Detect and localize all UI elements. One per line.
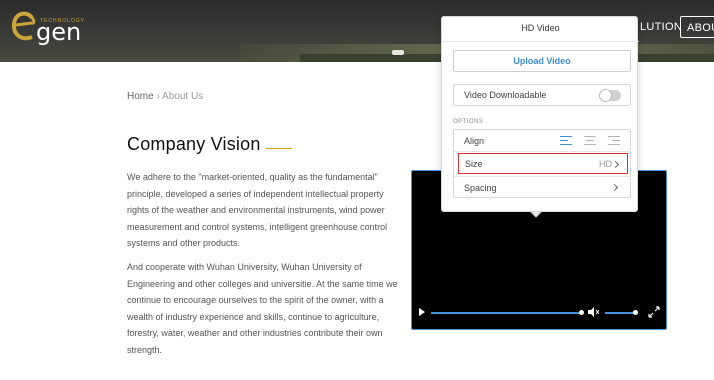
option-align-row: Align — [454, 130, 630, 152]
vision-paragraph-2: And cooperate with Wuhan University, Wuh… — [127, 262, 398, 355]
upload-video-button[interactable]: Upload Video — [453, 50, 631, 72]
option-size-row[interactable]: Size HD — [458, 153, 628, 174]
vision-paragraph-1: We adhere to the "market-oriented, quali… — [127, 172, 388, 248]
breadcrumb-current: About Us — [162, 91, 204, 102]
align-left-icon[interactable] — [560, 136, 572, 145]
video-downloadable-label: Video Downloadable — [464, 90, 547, 100]
fullscreen-icon[interactable] — [648, 306, 660, 318]
align-label: Align — [464, 136, 485, 146]
align-center-icon[interactable] — [584, 136, 596, 145]
site-logo[interactable]: TECHNOLOGY gen — [10, 8, 90, 48]
title-underline — [266, 148, 292, 149]
progress-handle[interactable] — [579, 310, 584, 315]
spacing-label: Spacing — [464, 183, 497, 193]
volume-icon[interactable] — [588, 307, 600, 317]
popup-title: HD Video — [521, 23, 560, 33]
volume-slider[interactable] — [605, 312, 635, 314]
volume-handle[interactable] — [633, 310, 638, 315]
breadcrumb: Home › About Us — [127, 91, 203, 102]
breadcrumb-home-link[interactable]: Home — [127, 91, 154, 102]
page: TECHNOLOGY gen LUTION ABOUT Home › About… — [0, 0, 714, 380]
hd-video-settings-popup: HD Video Upload Video Video Downloadable… — [441, 16, 639, 212]
chevron-right-icon — [610, 183, 619, 192]
align-right-icon[interactable] — [608, 136, 620, 145]
toggle-knob — [599, 89, 612, 102]
size-value: HD — [599, 159, 612, 169]
options-header: OPTIONS — [453, 119, 484, 125]
chevron-right-icon — [611, 160, 620, 169]
video-downloadable-toggle[interactable] — [599, 89, 621, 102]
video-downloadable-row: Video Downloadable — [453, 84, 631, 106]
nav-about[interactable]: ABOUT — [680, 16, 714, 38]
align-buttons — [560, 136, 624, 146]
breadcrumb-separator: › — [156, 91, 160, 102]
options-group: Align Size HD Spacing — [453, 129, 631, 198]
option-spacing-row[interactable]: Spacing — [454, 176, 630, 198]
nav-solution[interactable]: LUTION — [640, 16, 682, 38]
logo-text: gen — [36, 18, 82, 46]
progress-bar[interactable] — [431, 312, 581, 314]
play-icon[interactable] — [419, 308, 425, 316]
banner-car — [392, 50, 404, 55]
page-title: Company Vision — [127, 134, 261, 154]
popup-divider — [442, 41, 639, 42]
size-label: Size — [465, 159, 483, 169]
